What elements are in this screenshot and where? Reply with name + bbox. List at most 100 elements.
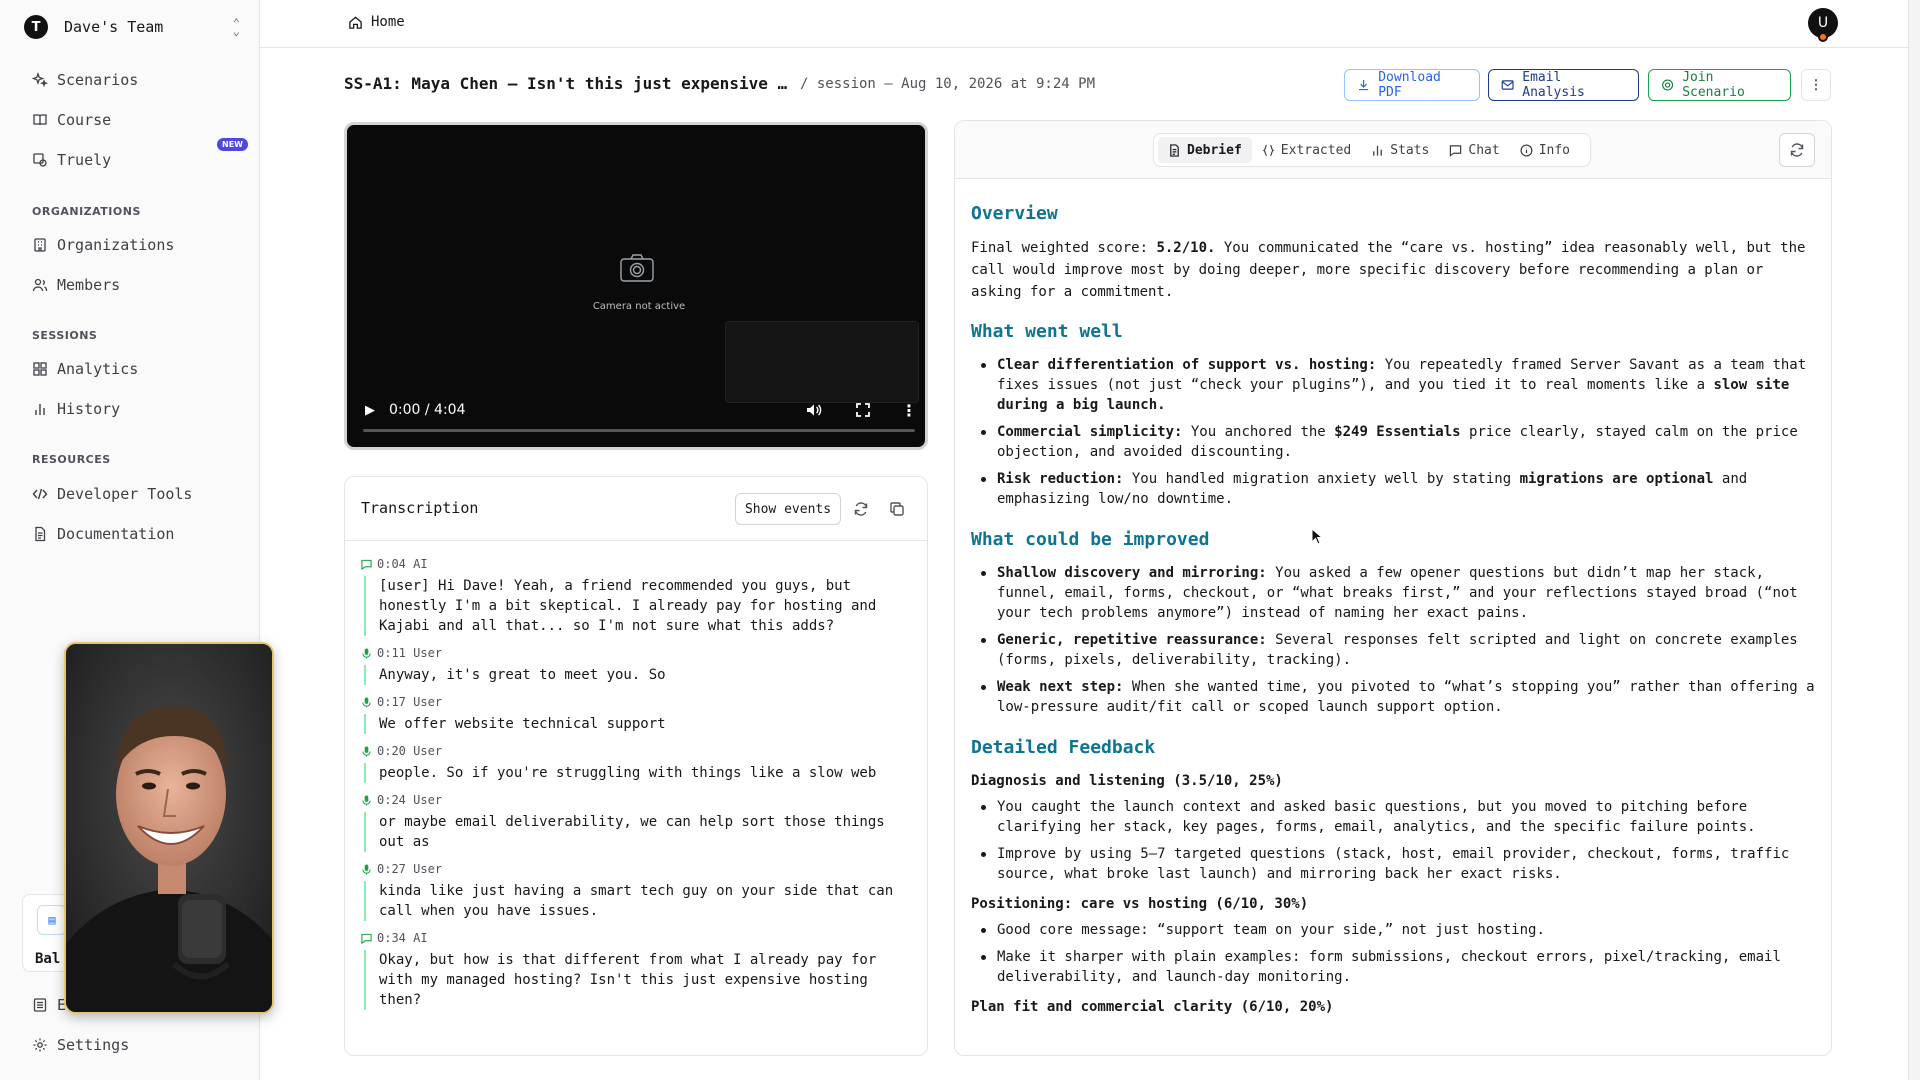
transcript-meta: 0:20 User: [361, 742, 911, 760]
sidebar-item-analytics[interactable]: Analytics: [32, 357, 138, 381]
team-switcher[interactable]: T Dave's Team ⌃ ⌄: [24, 12, 240, 42]
join-scenario-label: Join Scenario: [1682, 70, 1745, 100]
target-icon: [1662, 79, 1674, 91]
home-label: Home: [371, 14, 405, 30]
sidebar-item-truely[interactable]: Truely: [32, 148, 111, 172]
transcript-entry: 0:27 User kinda like just having a smart …: [361, 860, 911, 921]
copy-icon[interactable]: [889, 501, 905, 517]
breadcrumb-home[interactable]: Home: [348, 14, 405, 30]
sidebar-item-organizations[interactable]: Organizations: [32, 233, 174, 257]
feedback-item: You caught the launch context and asked …: [971, 797, 1815, 837]
transcript-entry: 0:11 User Anyway, it's great to meet you.…: [361, 644, 911, 685]
transcript-meta: 0:27 User: [361, 860, 911, 878]
tab-label: Info: [1538, 142, 1571, 158]
sidebar-item-label: Settings: [57, 1036, 130, 1054]
app-window: T Dave's Team ⌃ ⌄ Scenarios Course Truely…: [4, 0, 1912, 1080]
transcript-time: 0:27: [377, 862, 406, 876]
users-icon: [32, 278, 48, 292]
sidebar-item-developer-tools[interactable]: Developer Tools: [32, 482, 192, 506]
feedback-section-list: Good core message: “support team on your…: [971, 920, 1815, 987]
feedback-section-title: Diagnosis and listening (3.5/10, 25%): [971, 773, 1283, 789]
transcript-text: [user] Hi Dave! Yeah, a friend recommend…: [364, 576, 911, 636]
sidebar-item-course[interactable]: Course: [32, 108, 111, 132]
section-organizations: ORGANIZATIONS: [32, 205, 141, 218]
camera-icon: [620, 254, 654, 282]
refresh-icon: [1790, 143, 1804, 157]
braces-icon: [1262, 144, 1275, 156]
volume-icon[interactable]: [805, 401, 823, 419]
show-events-button[interactable]: Show events: [735, 493, 841, 525]
join-scenario-button[interactable]: Join Scenario: [1648, 69, 1791, 101]
improve-item: Weak next step: When she wanted time, yo…: [971, 677, 1815, 717]
email-analysis-button[interactable]: Email Analysis: [1488, 69, 1639, 101]
dashboard-icon: [33, 362, 47, 376]
transcript-entry: 0:17 User We offer website technical supp…: [361, 693, 911, 734]
sidebar-item-label: Course: [57, 111, 112, 129]
video-menu-icon[interactable]: ⋮: [901, 401, 917, 420]
tab-label: Extracted: [1280, 142, 1352, 158]
refresh-analysis-button[interactable]: [1779, 133, 1815, 167]
sidebar-item-scenarios[interactable]: Scenarios: [32, 68, 138, 92]
balance-label: Bal: [35, 951, 61, 967]
tab-label: Debrief: [1187, 142, 1242, 158]
transcript-meta: 0:34 AI: [361, 929, 911, 947]
transcript-speaker: AI: [413, 931, 428, 945]
top-bar: Home U: [260, 0, 1912, 48]
transcript-text: people. So if you're struggling with thi…: [364, 763, 911, 783]
improve-item: Generic, repetitive reassurance: Several…: [971, 630, 1815, 670]
transcript-time: 0:11: [377, 646, 406, 660]
transcript-text: Okay, but how is that different from wha…: [364, 950, 911, 1010]
sidebar-item-label: Scenarios: [57, 71, 139, 89]
tab-chat[interactable]: Chat: [1439, 137, 1509, 163]
tab-info[interactable]: Info: [1510, 137, 1580, 163]
window-scrollbar[interactable]: [1908, 0, 1920, 1080]
fullscreen-icon[interactable]: [855, 402, 871, 418]
tab-debrief[interactable]: Debrief: [1158, 137, 1252, 163]
sidebar-item-documentation[interactable]: Documentation: [32, 522, 174, 546]
status-dot: [1818, 32, 1828, 42]
email-analysis-label: Email Analysis: [1522, 70, 1585, 100]
section-sessions: SESSIONS: [32, 329, 98, 342]
presenter-image: [66, 644, 272, 1012]
tab-stats[interactable]: Stats: [1361, 137, 1439, 163]
microphone-icon: [362, 647, 371, 659]
detailed-feedback: Diagnosis and listening (3.5/10, 25%) You…: [971, 771, 1815, 1017]
sidebar-item-label: History: [57, 400, 121, 418]
picture-in-picture-preview: [725, 321, 919, 403]
camera-status: Camera not active: [592, 301, 686, 312]
went-well-heading: What went well: [971, 321, 1123, 342]
bar-chart-icon: [35, 404, 45, 415]
refresh-icon[interactable]: [853, 501, 869, 517]
sidebar-item-hidden[interactable]: E: [32, 993, 66, 1017]
tab-label: Chat: [1468, 142, 1500, 158]
transcript-speaker: AI: [413, 557, 428, 571]
sidebar-item-settings[interactable]: Settings: [32, 1033, 129, 1057]
detailed-feedback-heading: Detailed Feedback: [971, 737, 1156, 758]
microphone-icon: [362, 696, 371, 708]
more-options-button[interactable]: ⋮: [1801, 69, 1831, 101]
tab-extracted[interactable]: Extracted: [1252, 137, 1361, 163]
webcam-preview[interactable]: [64, 642, 274, 1014]
video-progress-bar[interactable]: [363, 429, 915, 432]
transcript-text: kinda like just having a smart tech guy …: [364, 881, 911, 921]
microphone-icon: [362, 863, 371, 875]
went-well-item: Commercial simplicity: You anchored the …: [971, 422, 1815, 462]
transcript-meta: 0:11 User: [361, 644, 911, 662]
document-icon: [1170, 143, 1179, 157]
code-icon: [32, 488, 48, 500]
overview-heading: Overview: [971, 203, 1058, 224]
transcription-list: 0:04 AI [user] Hi Dave! Yeah, a friend re…: [345, 541, 927, 1010]
download-pdf-button[interactable]: Download PDF: [1344, 69, 1480, 101]
new-badge: NEW: [217, 138, 248, 151]
feedback-section-title: Plan fit and commercial clarity (6/10, 2…: [971, 999, 1334, 1015]
transcript-time: 0:04: [377, 557, 406, 571]
sidebar-item-history[interactable]: History: [32, 397, 120, 421]
sidebar-item-label: Developer Tools: [57, 485, 193, 503]
transcript-time: 0:24: [377, 793, 406, 807]
transcript-entry: 0:20 User people. So if you're struggling…: [361, 742, 911, 783]
video-player[interactable]: Camera not active ▶ 0:00 / 4:04 ⋮: [344, 122, 928, 450]
sidebar-item-members[interactable]: Members: [32, 273, 120, 297]
feedback-item: Improve by using 5–7 targeted questions …: [971, 844, 1815, 884]
sidebar-item-label: Truely: [57, 151, 112, 169]
play-icon[interactable]: ▶: [365, 403, 375, 418]
